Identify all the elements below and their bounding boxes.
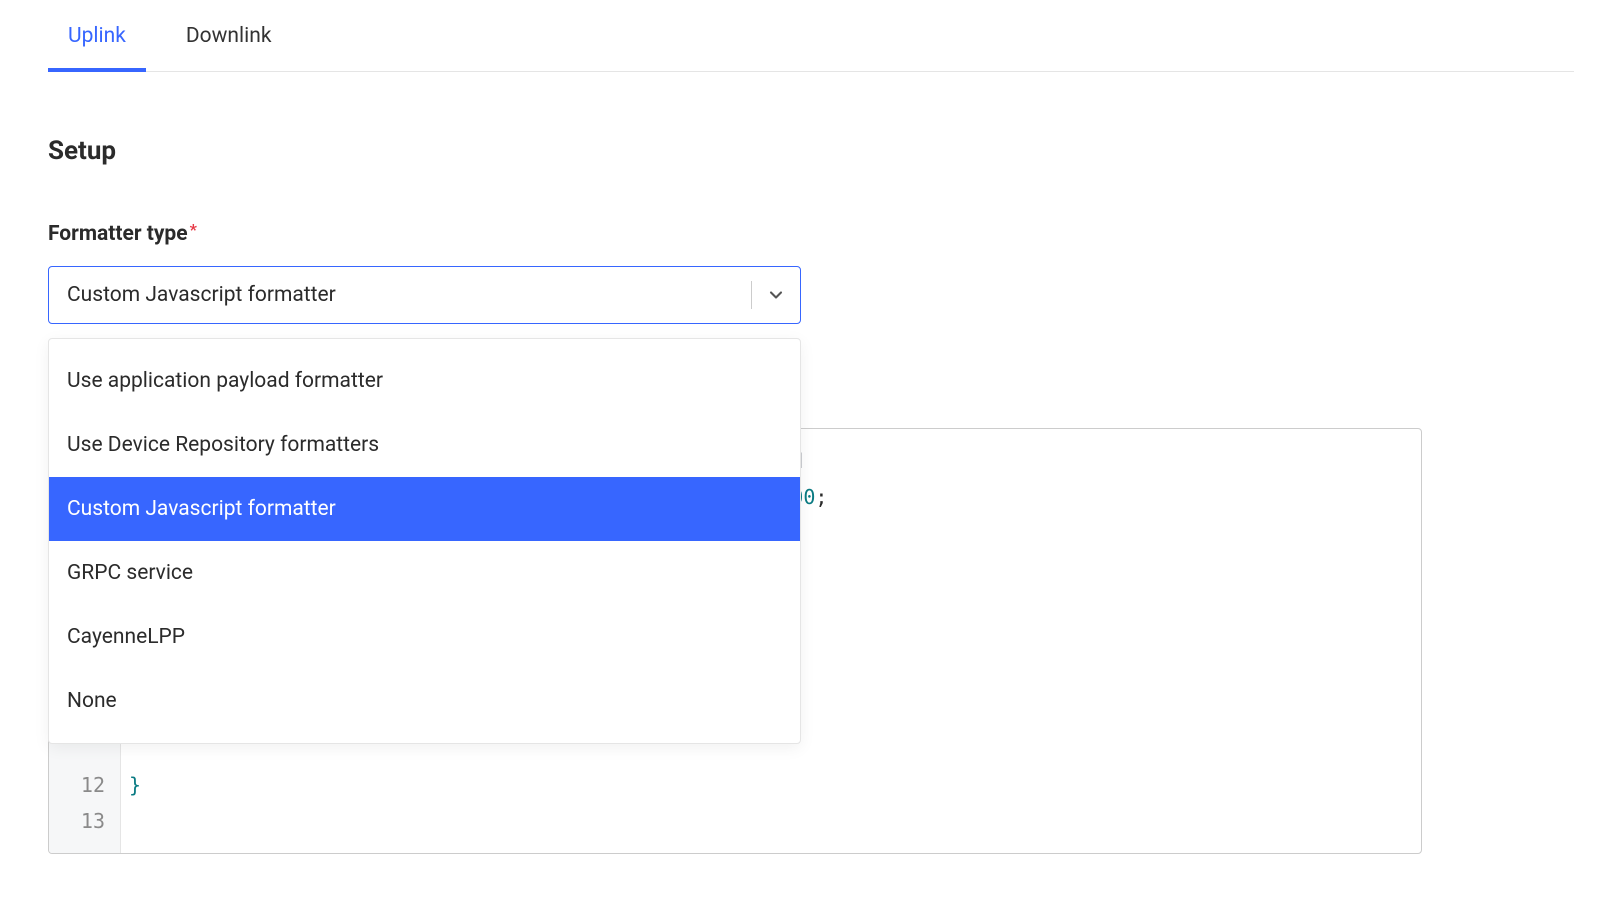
tab-downlink[interactable]: Downlink [166, 0, 292, 72]
code-line [129, 803, 1421, 839]
select-indicator [751, 281, 786, 309]
tabs-bar: Uplink Downlink [48, 0, 1574, 72]
chevron-down-icon [766, 285, 786, 305]
formatter-type-label: Formatter type * [48, 222, 1574, 246]
formatter-type-select[interactable]: Custom Javascript formatter [48, 266, 801, 324]
dropdown-option-grpc[interactable]: GRPC service [49, 541, 800, 605]
formatter-type-dropdown: Use application payload formatter Use De… [48, 338, 801, 744]
code-line: } [129, 767, 1421, 803]
dropdown-option-cayenne[interactable]: CayenneLPP [49, 605, 800, 669]
tab-uplink[interactable]: Uplink [48, 0, 146, 72]
dropdown-option-custom-js[interactable]: Custom Javascript formatter [49, 477, 800, 541]
select-value: Custom Javascript formatter [67, 283, 336, 307]
line-number: 13 [49, 803, 120, 839]
dropdown-option-app-payload[interactable]: Use application payload formatter [49, 349, 800, 413]
line-number: 12 [49, 767, 120, 803]
formatter-type-select-wrapper: Custom Javascript formatter Use applicat… [48, 266, 801, 324]
select-separator [751, 281, 752, 309]
dropdown-option-device-repo[interactable]: Use Device Repository formatters [49, 413, 800, 477]
setup-heading: Setup [48, 136, 1574, 166]
required-marker: * [190, 220, 197, 239]
label-text: Formatter type [48, 222, 188, 246]
dropdown-option-none[interactable]: None [49, 669, 800, 733]
